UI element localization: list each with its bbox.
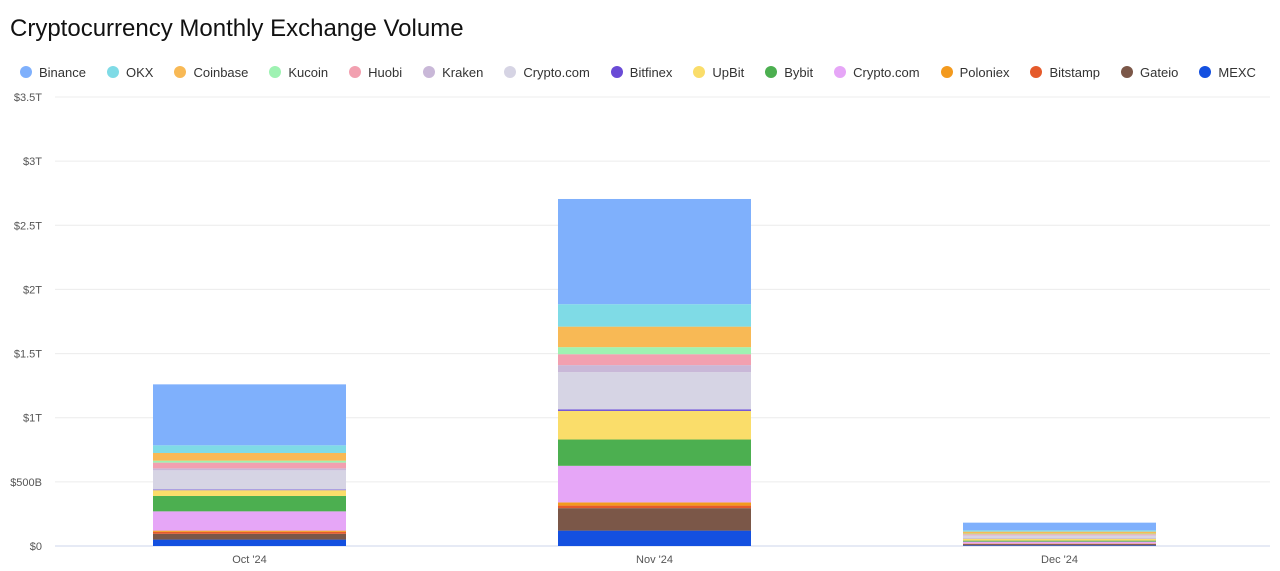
bar-segment[interactable]	[153, 384, 346, 446]
y-tick-label: $2T	[23, 284, 42, 296]
bar-segment[interactable]	[963, 541, 1156, 544]
bar-segment[interactable]	[153, 460, 346, 463]
bar-segment[interactable]	[558, 409, 751, 411]
bar-segment[interactable]	[963, 545, 1156, 546]
bar-segment[interactable]	[558, 365, 751, 373]
bar-segment[interactable]	[153, 495, 346, 512]
bar-segment[interactable]	[963, 535, 1156, 536]
y-tick-label: $500B	[10, 477, 42, 489]
x-tick-label: Nov '24	[636, 554, 673, 566]
y-tick-label: $0	[30, 541, 42, 553]
bar-segment[interactable]	[963, 533, 1156, 535]
bar-segment[interactable]	[558, 354, 751, 366]
bar-segment[interactable]	[963, 544, 1156, 546]
bar-segment[interactable]	[558, 505, 751, 509]
y-tick-label: $2.5T	[14, 220, 42, 232]
bar-segment[interactable]	[558, 198, 751, 305]
bar-segment[interactable]	[153, 533, 346, 540]
bar-segment[interactable]	[963, 522, 1156, 531]
y-tick-label: $3T	[23, 156, 42, 168]
x-tick-label: Oct '24	[232, 554, 267, 566]
x-tick-label: Dec '24	[1041, 554, 1078, 566]
bar-segment[interactable]	[153, 470, 346, 490]
bar-segment[interactable]	[153, 468, 346, 471]
bar-segment[interactable]	[558, 465, 751, 503]
bar-segment[interactable]	[558, 372, 751, 410]
bar-segment[interactable]	[963, 531, 1156, 534]
bar-segment[interactable]	[558, 326, 751, 348]
y-tick-label: $1.5T	[14, 349, 42, 361]
bar-segment[interactable]	[153, 445, 346, 453]
bar-segment[interactable]	[153, 490, 346, 496]
bar-segment[interactable]	[963, 535, 1156, 539]
bar-segment[interactable]	[153, 489, 346, 491]
bar-segment[interactable]	[963, 538, 1156, 541]
bar-segment[interactable]	[963, 530, 1156, 532]
bar-segment[interactable]	[963, 540, 1156, 542]
stacked-bar-chart: $0 $500B $1T $1.5T $2T $2.5T $3T $3.5T Oct '24 No…	[10, 92, 1270, 566]
bar-segment[interactable]	[153, 511, 346, 531]
bar-segment[interactable]	[153, 531, 346, 534]
bar-segment[interactable]	[558, 439, 751, 466]
bar-segment[interactable]	[558, 304, 751, 327]
y-tick-label: $1T	[23, 413, 42, 425]
y-tick-label: $3.5T	[14, 92, 42, 104]
bar-segment[interactable]	[558, 508, 751, 531]
bar-segment[interactable]	[558, 410, 751, 440]
bar-segment[interactable]	[558, 347, 751, 355]
bar-segment[interactable]	[558, 530, 751, 546]
bar-segment[interactable]	[153, 530, 346, 532]
bar-segment[interactable]	[558, 502, 751, 506]
bar-segment[interactable]	[153, 452, 346, 461]
bar-segment[interactable]	[153, 462, 346, 469]
bar-segment[interactable]	[153, 539, 346, 546]
bar-segment[interactable]	[963, 534, 1156, 536]
